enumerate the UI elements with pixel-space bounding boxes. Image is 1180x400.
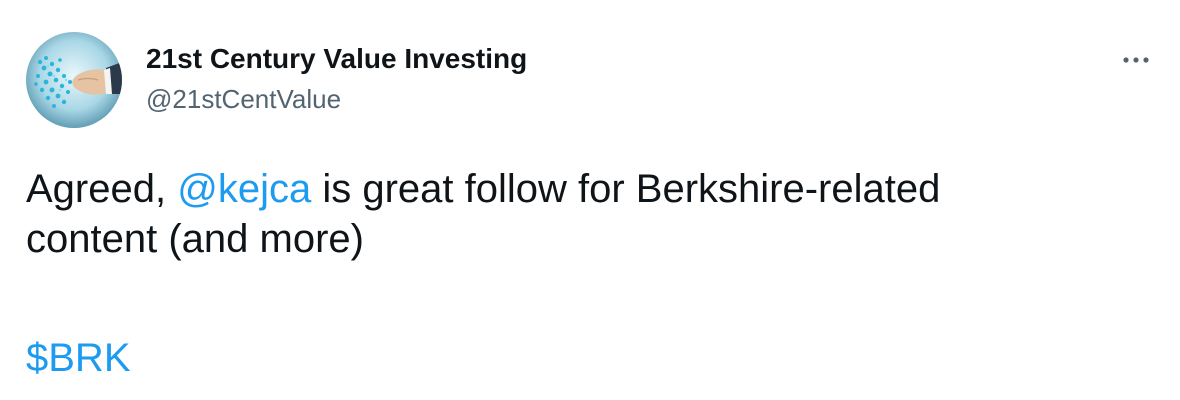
- more-options-button[interactable]: [1118, 44, 1158, 76]
- author-display-name[interactable]: 21st Century Value Investing: [146, 42, 527, 76]
- tweet: 21st Century Value Investing @21stCentVa…: [0, 0, 1180, 400]
- author-handle[interactable]: @21stCentValue: [146, 83, 527, 115]
- avatar[interactable]: [26, 32, 122, 128]
- avatar-handshake-icon: [26, 32, 122, 128]
- author-info: 21st Century Value Investing @21stCentVa…: [146, 42, 527, 115]
- cashtag-link[interactable]: $BRK: [26, 336, 131, 380]
- tweet-text-line-1: Agreed, @kejca is great follow for Berks…: [26, 164, 1146, 214]
- more-horizontal-icon: [1123, 57, 1149, 63]
- tweet-text-segment: Agreed,: [26, 167, 178, 211]
- tweet-text: Agreed, @kejca is great follow for Berks…: [26, 164, 1146, 264]
- tweet-cashtag-line: $BRK: [26, 333, 131, 383]
- tweet-text-line-2: content (and more): [26, 217, 364, 261]
- tweet-text-segment: is great follow for Berkshire-related: [311, 167, 941, 211]
- mention-link[interactable]: @kejca: [177, 167, 311, 211]
